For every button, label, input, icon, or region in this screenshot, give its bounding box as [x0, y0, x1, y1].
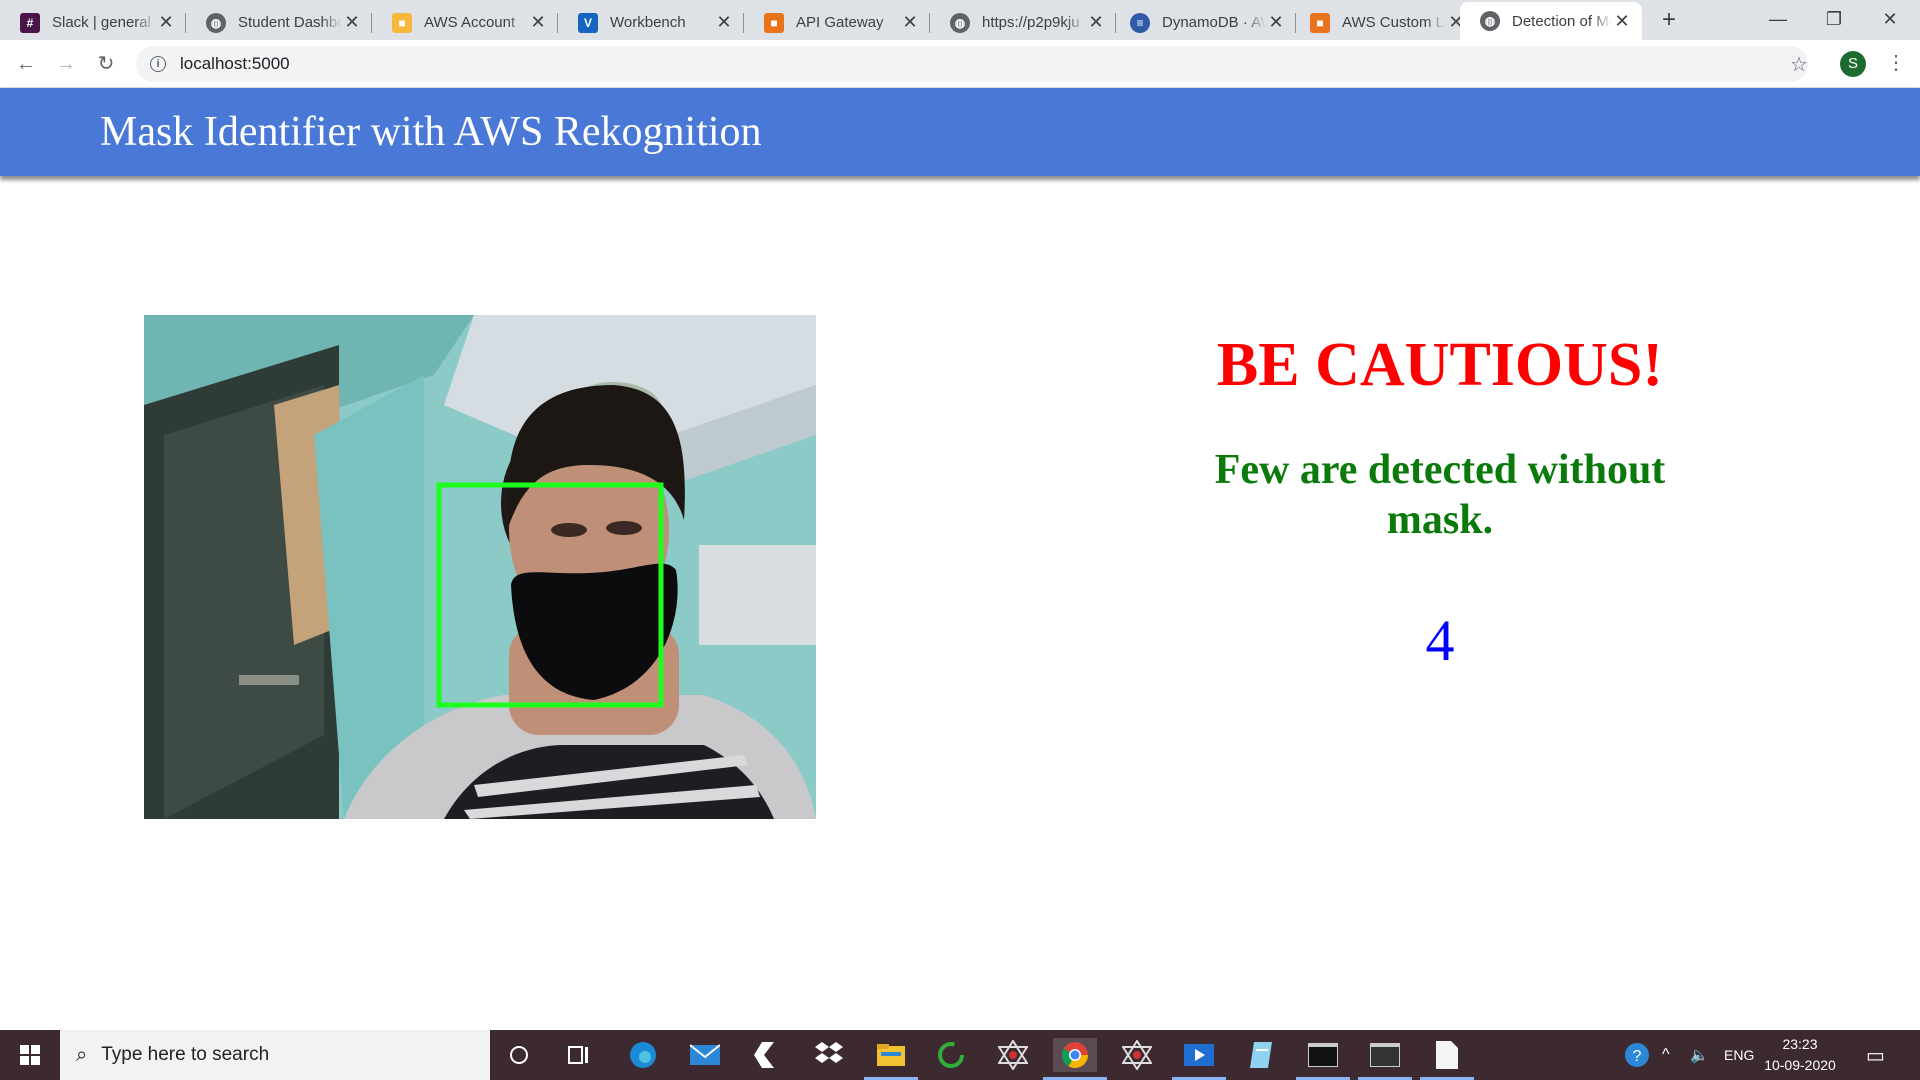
speaker-icon[interactable]: 🔈 — [1690, 1030, 1709, 1080]
close-icon[interactable]: ✕ — [342, 12, 362, 33]
green-refresh-icon[interactable] — [934, 1038, 968, 1072]
profile-avatar[interactable]: S — [1840, 51, 1866, 77]
dynamodb-icon: ≡ — [1130, 12, 1150, 33]
svg-text:?: ? — [1633, 1048, 1642, 1065]
show-hidden-icons-icon[interactable]: ^ — [1662, 1030, 1670, 1080]
address-bar[interactable]: i localhost:5000 — [136, 46, 1808, 82]
tab-title: https://p2p9kju — [982, 14, 1080, 31]
tab-slack[interactable]: # Slack | general ✕ — [0, 5, 186, 40]
tab-aws-account[interactable]: ■ AWS Account ✕ — [372, 5, 558, 40]
new-tab-button[interactable]: + — [1655, 5, 1683, 35]
globe-icon: ◍ — [1480, 11, 1500, 31]
edge-icon[interactable] — [626, 1038, 660, 1072]
detection-image — [144, 315, 816, 819]
detection-message: Few are detected without mask. — [1214, 447, 1666, 543]
browser-tab-strip: # Slack | general ✕ ◍ Student Dashboard … — [0, 0, 1920, 40]
system-clock[interactable]: 23:23 10-09-2020 — [1760, 1034, 1840, 1076]
app-header: Mask Identifier with AWS Rekognition — [0, 88, 1920, 176]
help-icon[interactable]: ? — [1622, 1030, 1652, 1080]
close-icon[interactable]: ✕ — [156, 12, 176, 33]
no-mask-count: 4 — [1425, 608, 1455, 673]
taskbar-search-box[interactable]: ⌕ Type here to search — [60, 1030, 490, 1080]
close-icon[interactable]: ✕ — [1266, 12, 1286, 33]
chrome-icon[interactable] — [1043, 1038, 1107, 1080]
bookmark-star-icon[interactable]: ☆ — [1790, 52, 1808, 77]
windows-taskbar: ⌕ Type here to search ? ^ 🔈 ENG 23:23 10… — [0, 1030, 1920, 1080]
search-placeholder: Type here to search — [101, 1044, 270, 1065]
tab-title: Workbench — [610, 14, 686, 31]
api-gateway-icon: ■ — [764, 12, 784, 33]
tab-title: Slack | general — [52, 14, 151, 31]
reload-button[interactable]: ↻ — [92, 50, 120, 78]
tab-detection-of-mask[interactable]: ◍ Detection of Mask ✕ — [1460, 2, 1642, 40]
menu-icon[interactable]: ⋮ — [1886, 50, 1906, 75]
app-title: Mask Identifier with AWS Rekognition — [100, 109, 762, 155]
close-icon[interactable]: ✕ — [528, 12, 548, 33]
slack-icon: # — [20, 12, 40, 33]
aws-cube-icon: ■ — [392, 12, 412, 33]
dropbox-icon[interactable] — [812, 1038, 846, 1072]
globe-icon: ◍ — [206, 12, 226, 33]
clock-date: 10-09-2020 — [1764, 1057, 1836, 1073]
site-info-icon[interactable]: i — [150, 56, 166, 72]
cortana-icon[interactable] — [502, 1038, 536, 1072]
vocareum-icon: V — [578, 12, 598, 33]
file-explorer-icon[interactable] — [864, 1038, 918, 1080]
terminal-icon[interactable] — [1358, 1038, 1412, 1080]
tab-title: API Gateway — [796, 14, 884, 31]
tab-dynamodb[interactable]: ≡ DynamoDB · AWS ✕ — [1110, 5, 1296, 40]
terminal-icon[interactable] — [1296, 1038, 1350, 1080]
start-button[interactable] — [0, 1030, 60, 1080]
notification-icon[interactable]: ▭ — [1866, 1030, 1885, 1080]
tab-aws-custom-labels[interactable]: ■ AWS Custom Labels ✕ — [1290, 5, 1476, 40]
tab-student-dashboard[interactable]: ◍ Student Dashboard ✕ — [186, 5, 372, 40]
tab-title: Detection of Mask — [1512, 12, 1612, 30]
url-text: localhost:5000 — [180, 54, 290, 73]
visual-studio-icon[interactable] — [750, 1038, 784, 1072]
tab-title: Student Dashboard — [238, 14, 342, 31]
tab-title: AWS Custom Labels — [1342, 14, 1446, 31]
task-view-icon[interactable] — [562, 1038, 596, 1072]
globe-icon: ◍ — [950, 12, 970, 33]
tab-title: DynamoDB · AWS — [1162, 14, 1266, 31]
file-icon[interactable] — [1420, 1038, 1474, 1080]
tab-title: AWS Account — [424, 14, 516, 31]
tab-p2p9kju[interactable]: ◍ https://p2p9kju ✕ — [930, 5, 1116, 40]
close-window-button[interactable]: ✕ — [1862, 0, 1918, 40]
mail-icon[interactable] — [688, 1038, 722, 1072]
search-icon: ⌕ — [76, 1043, 88, 1066]
forward-button[interactable]: → — [52, 50, 80, 78]
notepad-icon[interactable] — [1244, 1038, 1278, 1072]
webcam-photo — [144, 315, 816, 819]
minimize-button[interactable]: — — [1750, 0, 1806, 40]
tab-workbench[interactable]: V Workbench ✕ — [558, 5, 744, 40]
aws-custom-labels-icon: ■ — [1310, 12, 1330, 33]
network-app-icon[interactable] — [996, 1038, 1030, 1072]
windows-logo-icon — [20, 1045, 40, 1065]
media-player-icon[interactable] — [1172, 1038, 1226, 1080]
close-icon[interactable]: ✕ — [714, 12, 734, 33]
tab-api-gateway[interactable]: ■ API Gateway ✕ — [744, 5, 930, 40]
close-icon[interactable]: ✕ — [1612, 11, 1632, 32]
back-button[interactable]: ← — [12, 50, 40, 78]
caution-heading: BE CAUTIOUS! — [1216, 331, 1664, 399]
restore-button[interactable]: ❐ — [1806, 0, 1862, 40]
result-panel: BE CAUTIOUS! Few are detected without ma… — [1180, 330, 1700, 674]
browser-toolbar: ← → ↻ i localhost:5000 — [0, 40, 1920, 88]
clock-time: 23:23 — [1782, 1036, 1818, 1052]
close-icon[interactable]: ✕ — [1086, 12, 1106, 33]
network-app-icon[interactable] — [1120, 1038, 1154, 1072]
language-indicator[interactable]: ENG — [1724, 1030, 1754, 1080]
close-icon[interactable]: ✕ — [900, 12, 920, 33]
